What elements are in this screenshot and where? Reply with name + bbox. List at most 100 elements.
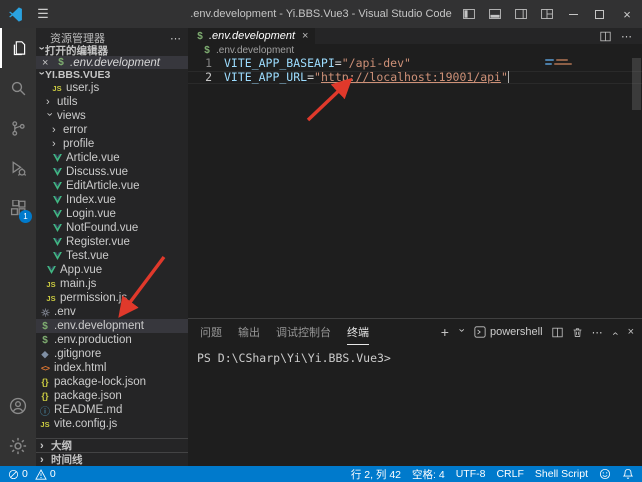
panel-more-actions-icon[interactable]: ⋯: [592, 326, 603, 339]
timeline-section[interactable]: ›时间线: [36, 452, 188, 466]
tree-item-.env[interactable]: .env: [36, 305, 188, 319]
kill-terminal-icon[interactable]: [572, 327, 583, 338]
tree-item-.gitignore[interactable]: ◆.gitignore: [36, 347, 188, 361]
customize-layout-icon[interactable]: [534, 0, 560, 28]
tree-item-label: Index.vue: [66, 194, 116, 206]
shellscript-icon: $: [202, 45, 212, 56]
split-terminal-icon[interactable]: [552, 327, 563, 338]
code-editor[interactable]: 1VITE_APP_BASEAPI="/api-dev"2VITE_APP_UR…: [188, 56, 642, 318]
run-debug-icon[interactable]: [0, 148, 36, 188]
problems-status[interactable]: 0 0: [8, 468, 56, 480]
panel-tab-item[interactable]: 调试控制台: [276, 319, 331, 345]
open-editor-item[interactable]: × $ .env.development: [36, 56, 188, 69]
close-button[interactable]: ×: [612, 0, 642, 28]
chevron-right-icon: ›: [52, 124, 59, 136]
source-control-icon[interactable]: [0, 108, 36, 148]
tree-item-app.vue[interactable]: App.vue: [36, 263, 188, 277]
open-editors-header[interactable]: › 打开的编辑器: [36, 44, 188, 56]
toggle-secondary-sidebar-icon[interactable]: [508, 0, 534, 28]
outline-section[interactable]: ›大纲: [36, 438, 188, 452]
editor-scrollbar[interactable]: [632, 58, 641, 110]
tree-item-index.html[interactable]: <>index.html: [36, 361, 188, 375]
vue-icon: [52, 154, 62, 162]
cursor-position-status[interactable]: 行 2, 列 42: [351, 467, 401, 482]
panel-tab-terminal-active[interactable]: 终端: [347, 319, 369, 345]
vue-icon: [52, 252, 62, 260]
toggle-sidebar-icon[interactable]: [456, 0, 482, 28]
tree-item-user.js[interactable]: JSuser.js: [36, 81, 188, 95]
panel-tab-item[interactable]: 问题: [200, 319, 222, 345]
close-editor-icon[interactable]: ×: [42, 57, 52, 69]
tree-item-test.vue[interactable]: Test.vue: [36, 249, 188, 263]
tree-item-main.js[interactable]: JSmain.js: [36, 277, 188, 291]
editor-more-actions-icon[interactable]: ⋯: [621, 30, 632, 43]
tree-item-.env.production[interactable]: $.env.production: [36, 333, 188, 347]
terminal-output[interactable]: PS D:\CSharp\Yi\Yi.BBS.Vue3>: [188, 345, 642, 466]
menu-hamburger-icon[interactable]: ☰: [30, 6, 56, 22]
status-bar: 0 0 行 2, 列 42 空格: 4 UTF-8 CRLF Shell Scr…: [0, 466, 642, 482]
indentation-status[interactable]: 空格: 4: [412, 467, 445, 482]
tree-item-vite.config.js[interactable]: JSvite.config.js: [36, 417, 188, 431]
terminal-icon: [474, 326, 486, 338]
tree-item-discuss.vue[interactable]: Discuss.vue: [36, 165, 188, 179]
tree-item-profile[interactable]: ›profile: [36, 137, 188, 151]
activity-bar: 1: [0, 28, 36, 466]
chevron-down-icon: ›: [44, 113, 56, 120]
tree-item-login.vue[interactable]: Login.vue: [36, 207, 188, 221]
json-icon: {}: [40, 391, 50, 401]
tab-env-development[interactable]: $ .env.development ×: [188, 28, 315, 44]
tree-item-package-lock.json[interactable]: {}package-lock.json: [36, 375, 188, 389]
tree-item-label: README.md: [54, 404, 122, 416]
tree-item-readme.md[interactable]: ⓘ README.md: [36, 403, 188, 417]
tab-close-icon[interactable]: ×: [302, 30, 308, 42]
language-mode-status[interactable]: Shell Script: [535, 468, 588, 480]
minimap[interactable]: [545, 59, 585, 67]
readme-info-icon: ⓘ: [40, 403, 50, 418]
terminal-dropdown-icon[interactable]: ›: [455, 329, 467, 336]
terminal-shell-picker[interactable]: powershell: [474, 326, 543, 338]
maximize-button[interactable]: [586, 0, 612, 28]
tree-item-index.vue[interactable]: Index.vue: [36, 193, 188, 207]
tree-item-article.vue[interactable]: Article.vue: [36, 151, 188, 165]
notifications-bell-icon[interactable]: [622, 468, 634, 480]
settings-gear-icon[interactable]: [0, 426, 36, 466]
tree-item-views[interactable]: ›views: [36, 109, 188, 123]
tree-item-editarticle.vue[interactable]: EditArticle.vue: [36, 179, 188, 193]
open-editor-label: .env.development: [70, 57, 160, 69]
minimize-button[interactable]: [560, 0, 586, 28]
tree-item-utils[interactable]: ›utils: [36, 95, 188, 109]
extensions-icon[interactable]: 1: [0, 188, 36, 228]
account-icon[interactable]: [0, 386, 36, 426]
explorer-icon[interactable]: [0, 28, 36, 68]
tree-item-label: Register.vue: [66, 236, 130, 248]
panel-tab-item[interactable]: 输出: [238, 319, 260, 345]
chevron-right-icon: ›: [52, 138, 59, 150]
eol-status[interactable]: CRLF: [496, 468, 523, 480]
text-cursor: [508, 71, 509, 83]
tree-item-package.json[interactable]: {} package.json: [36, 389, 188, 403]
search-icon[interactable]: [0, 68, 36, 108]
feedback-icon[interactable]: [599, 468, 611, 480]
tree-item-.env.development[interactable]: $.env.development: [36, 319, 188, 333]
breadcrumb[interactable]: $ .env.development: [188, 44, 642, 56]
close-panel-icon[interactable]: ×: [628, 326, 634, 338]
encoding-status[interactable]: UTF-8: [456, 468, 486, 480]
tree-item-label: error: [63, 124, 87, 136]
tree-item-permission.js[interactable]: JSpermission.js: [36, 291, 188, 305]
tree-item-label: package.json: [54, 390, 122, 402]
toggle-panel-icon[interactable]: [482, 0, 508, 28]
tree-item-label: Discuss.vue: [66, 166, 128, 178]
git-icon: ◆: [40, 349, 50, 360]
explorer-more-actions-icon[interactable]: ⋯: [170, 32, 182, 45]
tree-item-label: NotFound.vue: [66, 222, 138, 234]
tree-item-register.vue[interactable]: Register.vue: [36, 235, 188, 249]
vue-icon: [52, 196, 62, 204]
tree-item-error[interactable]: › error: [36, 123, 188, 137]
project-header[interactable]: › YI.BBS.VUE3: [36, 69, 188, 81]
split-editor-icon[interactable]: [600, 31, 611, 42]
vue-icon: [52, 168, 62, 176]
maximize-panel-icon[interactable]: ›: [609, 329, 621, 336]
tree-item-notfound.vue[interactable]: NotFound.vue: [36, 221, 188, 235]
new-terminal-icon[interactable]: +: [441, 324, 449, 340]
html-icon: <>: [40, 363, 50, 373]
